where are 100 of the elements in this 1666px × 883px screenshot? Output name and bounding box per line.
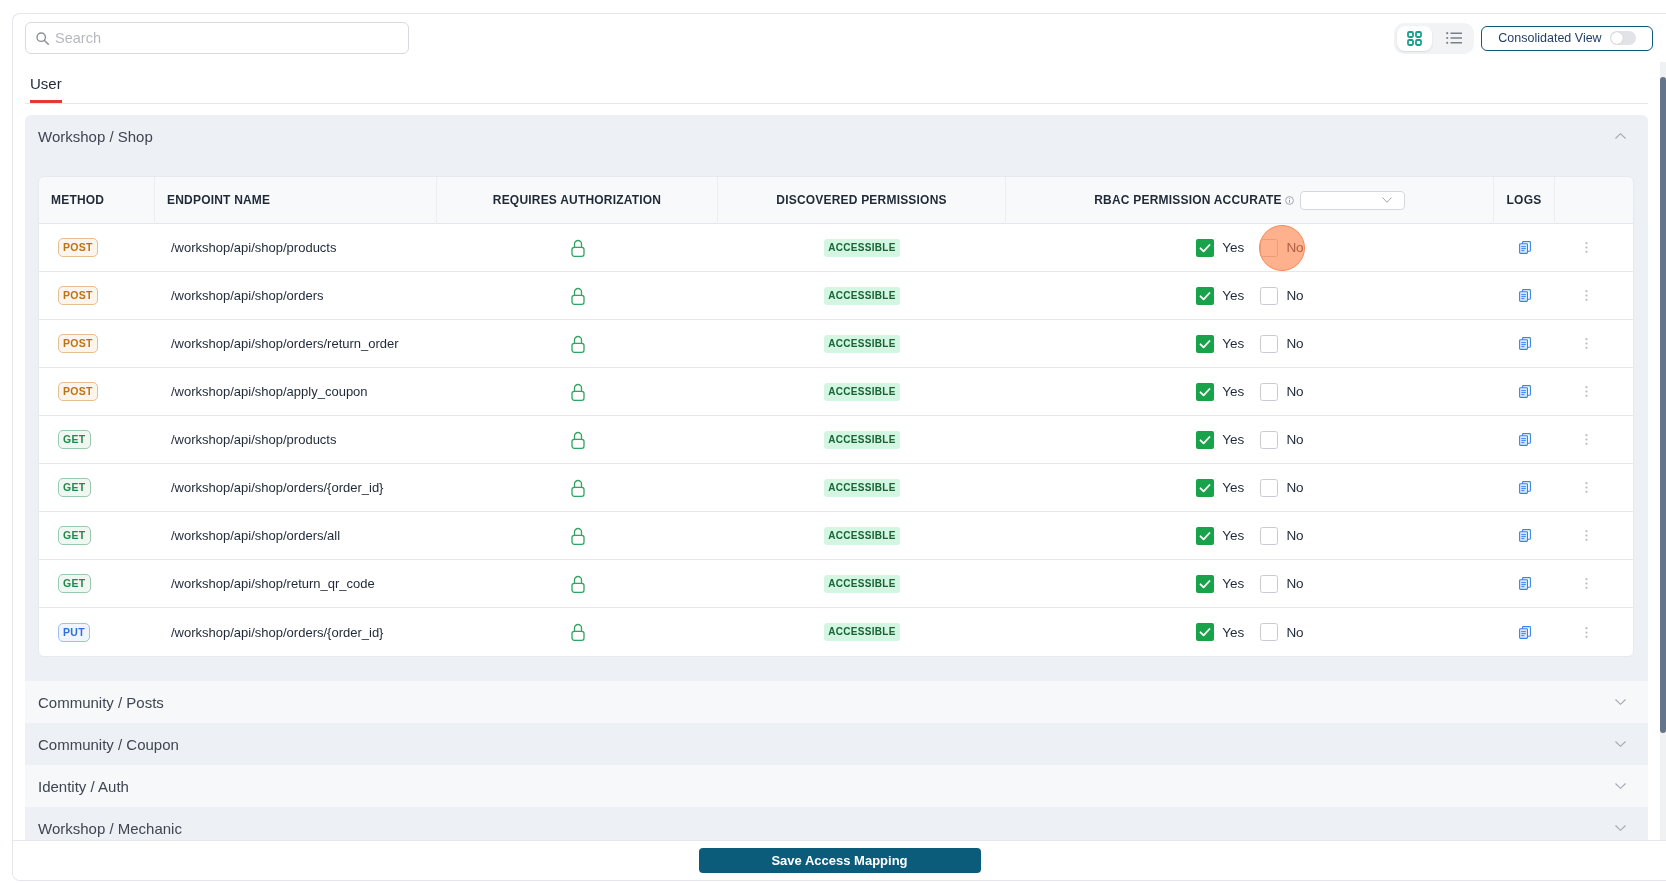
lock-icon [570, 478, 585, 497]
permission-badge: ACCESSIBLE [824, 334, 900, 353]
more-options-icon[interactable] [1584, 578, 1588, 589]
scrollbar[interactable] [1660, 62, 1666, 840]
tab[interactable]: User [30, 74, 62, 103]
checkbox[interactable] [1196, 382, 1215, 401]
permission-badge: ACCESSIBLE [824, 286, 900, 305]
option-label: Yes [1222, 480, 1245, 495]
more-options-icon[interactable] [1584, 434, 1588, 445]
document-icon[interactable] [1518, 337, 1531, 350]
lock-icon [570, 238, 585, 257]
more-options-icon[interactable] [1584, 482, 1588, 493]
more-options-icon[interactable] [1584, 386, 1588, 397]
lock-icon [570, 334, 585, 353]
option-label: Yes [1222, 240, 1245, 255]
permission-badge: ACCESSIBLE [824, 238, 900, 257]
checkbox[interactable] [1260, 382, 1279, 401]
document-icon[interactable] [1518, 433, 1531, 446]
option-label: Yes [1222, 576, 1245, 591]
method-badge: GET [58, 526, 91, 545]
checkbox[interactable] [1196, 526, 1215, 545]
option-label: Yes [1222, 432, 1245, 447]
checkbox[interactable] [1196, 478, 1215, 497]
checkbox[interactable] [1260, 574, 1279, 593]
document-icon[interactable] [1518, 289, 1531, 302]
option-label: Yes [1222, 288, 1245, 303]
checkbox[interactable] [1196, 623, 1215, 641]
column-header: METHOD [51, 193, 105, 207]
more-options-icon[interactable] [1584, 530, 1588, 541]
document-icon[interactable] [1518, 481, 1531, 494]
checkbox[interactable] [1260, 623, 1279, 641]
permission-badge: ACCESSIBLE [824, 526, 900, 545]
checkbox[interactable] [1196, 238, 1215, 257]
method-badge: GET [58, 574, 91, 593]
option-label: No [1286, 288, 1304, 303]
checkbox[interactable] [1196, 430, 1215, 449]
option-label: Yes [1222, 336, 1245, 351]
permission-badge: ACCESSIBLE [824, 574, 900, 593]
more-options-icon[interactable] [1584, 290, 1588, 301]
lock-icon [570, 574, 585, 593]
option-label: No [1286, 240, 1304, 255]
checkbox[interactable] [1196, 286, 1215, 305]
column-header: REQUIRES AUTHORIZATION [492, 193, 662, 207]
checkbox[interactable] [1260, 286, 1279, 305]
option-label: No [1286, 576, 1304, 591]
option-label: No [1286, 480, 1304, 495]
lock-icon [570, 430, 585, 449]
endpoint-name: /workshop/api/shop/orders/{order_id} [171, 624, 384, 640]
checkbox[interactable] [1196, 574, 1215, 593]
lock-icon [570, 623, 585, 641]
endpoint-name: /workshop/api/shop/orders/all [171, 528, 341, 543]
method-badge: POST [58, 382, 98, 401]
column-header: RBAC PERMISSION ACCURATE [1094, 193, 1282, 207]
permission-badge: ACCESSIBLE [824, 623, 900, 641]
consolidated-view-button[interactable]: Consolidated View [1481, 25, 1653, 51]
endpoint-name: /workshop/api/shop/products [171, 432, 337, 447]
toggle-switch[interactable] [1609, 31, 1636, 45]
search-icon [36, 32, 49, 45]
checkbox[interactable] [1260, 334, 1279, 353]
option-label: No [1286, 624, 1304, 640]
method-badge: PUT [58, 622, 90, 642]
accordion-header[interactable]: Community / Posts [25, 681, 1648, 723]
endpoint-name: /workshop/api/shop/products [171, 240, 337, 255]
document-icon[interactable] [1518, 577, 1531, 590]
checkbox[interactable] [1260, 526, 1279, 545]
checkbox[interactable] [1260, 430, 1279, 449]
search-field[interactable]: Search [25, 22, 409, 54]
grid-icon [1407, 30, 1422, 46]
endpoint-name: /workshop/api/shop/return_qr_code [171, 576, 375, 591]
more-options-icon[interactable] [1584, 626, 1588, 638]
column-header: DISCOVERED PERMISSIONS [776, 193, 947, 207]
option-label: No [1286, 432, 1304, 447]
more-options-icon[interactable] [1584, 242, 1588, 253]
option-label: Yes [1222, 384, 1245, 399]
document-icon[interactable] [1518, 385, 1531, 398]
endpoint-name: /workshop/api/shop/orders [171, 288, 324, 303]
lock-icon [570, 526, 585, 545]
document-icon[interactable] [1518, 241, 1531, 254]
accordion-header[interactable]: Community / Coupon [25, 723, 1648, 765]
accordion-header[interactable]: Workshop / Mechanic [25, 807, 1648, 840]
list-icon [1445, 32, 1462, 44]
save-button[interactable]: Save Access Mapping [698, 848, 981, 873]
checkbox[interactable] [1260, 478, 1279, 497]
accordion-header[interactable]: Identity / Auth [25, 765, 1648, 807]
permission-badge: ACCESSIBLE [824, 382, 900, 401]
more-options-icon[interactable] [1584, 338, 1588, 349]
method-badge: POST [58, 334, 98, 353]
accordion-header[interactable]: Workshop / Shop [25, 115, 1648, 157]
method-badge: POST [58, 238, 98, 257]
permission-badge: ACCESSIBLE [824, 478, 900, 497]
option-label: No [1286, 336, 1304, 351]
column-header: ENDPOINT NAME [167, 193, 271, 207]
grid-view-button[interactable] [1397, 25, 1432, 51]
lock-icon [570, 382, 585, 401]
document-icon[interactable] [1518, 529, 1531, 542]
option-label: No [1286, 528, 1304, 543]
checkbox[interactable] [1260, 238, 1279, 257]
checkbox[interactable] [1196, 334, 1215, 353]
chevron-down-icon [1381, 197, 1392, 203]
document-icon[interactable] [1518, 625, 1531, 639]
